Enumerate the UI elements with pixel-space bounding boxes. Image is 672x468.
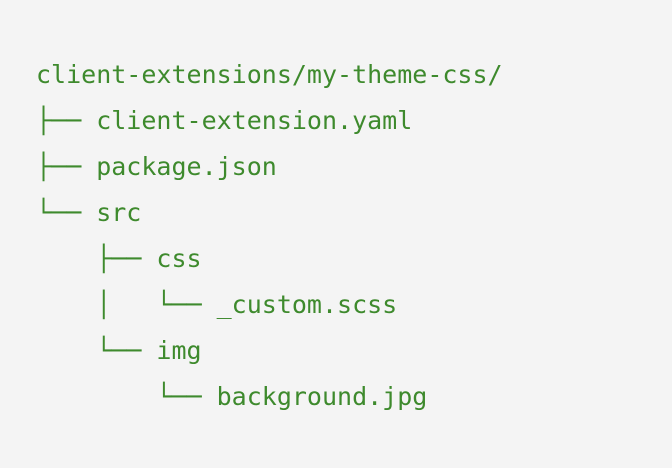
tree-line-package-json: ├── package.json [36, 152, 277, 181]
tree-line-root: client-extensions/my-theme-css/ [36, 60, 503, 89]
tree-line-background-jpg: └── background.jpg [36, 382, 428, 411]
tree-line-css: ├── css [36, 244, 202, 273]
tree-line-client-extension-yaml: ├── client-extension.yaml [36, 106, 413, 135]
tree-line-custom-scss: │ └── _custom.scss [36, 290, 398, 319]
tree-line-img: └── img [36, 336, 202, 365]
code-block: client-extensions/my-theme-css/ ├── clien… [0, 0, 672, 468]
tree-line-src: └── src [36, 198, 142, 227]
directory-tree: client-extensions/my-theme-css/ ├── clien… [36, 52, 636, 420]
